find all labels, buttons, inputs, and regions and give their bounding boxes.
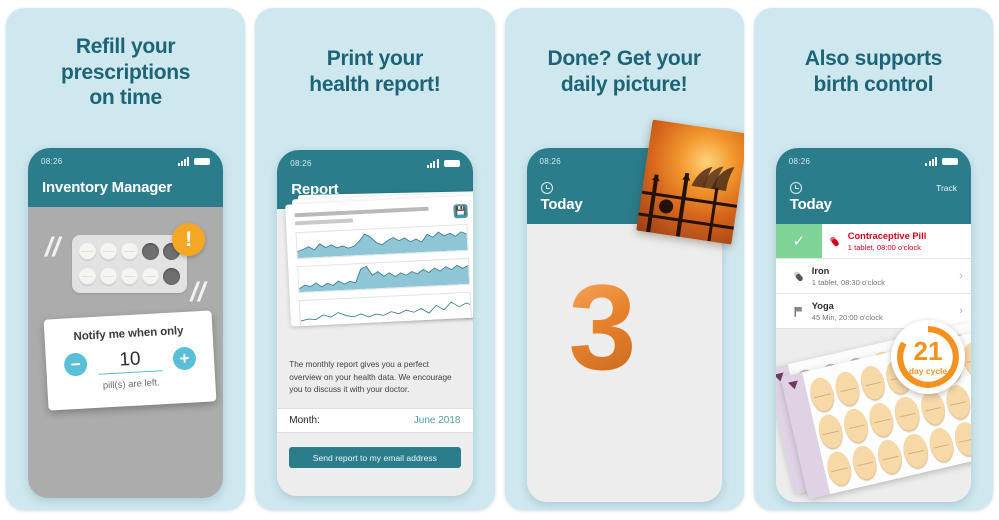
- alert-exclamation-icon: !: [172, 223, 206, 256]
- battery-icon: [942, 157, 958, 165]
- phone-mockup-2: 08:26 Report 💾 The monthly report gives …: [277, 150, 473, 496]
- report-description: The monthly report gives you a perfect o…: [289, 360, 452, 395]
- done-checkmark-icon[interactable]: ✓: [775, 224, 822, 258]
- month-label: Month:: [289, 415, 320, 426]
- phone-mockup-4: 08:26 Track Today ✓ Contraceptive Pill 1…: [775, 148, 971, 502]
- panel-2-headline: Print your health report!: [309, 47, 441, 96]
- save-disk-icon: 💾: [453, 203, 469, 219]
- pill-slot: [79, 268, 96, 285]
- page-title: Inventory Manager: [42, 179, 172, 196]
- status-bar: 08:26: [775, 148, 971, 174]
- report-chart-1: [295, 223, 469, 260]
- increment-button[interactable]: +: [172, 345, 197, 371]
- decrement-button[interactable]: −: [63, 351, 88, 377]
- clock-history-icon[interactable]: [540, 181, 553, 194]
- status-clock: 08:26: [788, 156, 811, 166]
- status-clock: 08:26: [290, 158, 312, 168]
- pill-slot: [121, 243, 138, 260]
- clock-history-icon[interactable]: [789, 181, 802, 194]
- pill-slot: [121, 268, 138, 285]
- report-chart-3: [299, 291, 473, 327]
- panel-1-headline: Refill your prescriptions on time: [61, 35, 191, 110]
- signal-bars-icon: [426, 158, 439, 168]
- chevron-right-icon: [951, 224, 971, 258]
- report-preview-stack: 💾: [285, 191, 473, 327]
- medication-meta: 1 tablet, 08:00 o'clock: [847, 242, 921, 252]
- notify-caption: Notify me when only: [73, 324, 184, 344]
- battery-icon: [194, 157, 211, 165]
- screenshot-panel-3: Done? Get your daily picture! 08:26 Toda…: [504, 8, 744, 510]
- screenshot-panel-2: Print your health report! 08:26 Report 💾…: [255, 8, 495, 510]
- nav-bar-1: Inventory Manager: [28, 174, 224, 207]
- screenshot-panel-1: Refill your prescriptions on time 08:26 …: [6, 8, 246, 510]
- list-item[interactable]: ✓ Contraceptive Pill 1 tablet, 08:00 o'c…: [775, 224, 971, 259]
- pill-capsule-icon: [822, 224, 848, 258]
- pill-slot-empty: [142, 243, 159, 260]
- report-sheet-front: 💾: [285, 195, 473, 327]
- cycle-label: day cycle: [908, 366, 948, 376]
- medication-list: ✓ Contraceptive Pill 1 tablet, 08:00 o'c…: [775, 224, 971, 329]
- pill-slot-empty: [163, 268, 180, 285]
- decor-quote-left: //: [45, 232, 61, 262]
- track-button[interactable]: Track: [936, 183, 957, 193]
- threshold-value[interactable]: 10: [97, 347, 163, 375]
- status-clock: 08:26: [539, 156, 562, 166]
- chevron-right-icon: ›: [959, 270, 963, 282]
- send-report-button[interactable]: Send report to my email address: [289, 447, 461, 468]
- report-title-bar: [294, 206, 430, 218]
- cycle-length-badge: 21 day cycle: [891, 320, 965, 394]
- panel-3-headline: Done? Get your daily picture!: [547, 47, 701, 96]
- app-screen-1: // // ! Notify me when only − 10 + pill(…: [28, 207, 224, 498]
- medication-meta: 1 tablet, 08:30 o'clock: [811, 277, 885, 287]
- medication-name: Iron: [811, 265, 830, 276]
- pill-capsule-icon: [786, 259, 812, 293]
- status-bar: 08:26: [28, 148, 224, 174]
- streak-number: 3: [568, 259, 637, 395]
- report-chart-2: [297, 257, 471, 294]
- medication-name: Contraceptive Pill: [847, 230, 927, 241]
- status-clock: 08:26: [41, 156, 63, 166]
- page-title: Today: [789, 196, 832, 213]
- flag-icon: [786, 294, 812, 328]
- blister-row-2: [79, 268, 180, 285]
- medication-name: Yoga: [811, 300, 834, 311]
- pill-slot: [100, 243, 117, 260]
- screenshot-panel-4: Also supports birth control 08:26 Track …: [753, 8, 993, 510]
- panel-4-headline: Also supports birth control: [804, 47, 943, 96]
- phone-mockup-1: 08:26 Inventory Manager // // ! Notify m…: [28, 148, 224, 498]
- app-screen-3: 3: [526, 224, 722, 502]
- blister-pack-graphic: [72, 235, 187, 293]
- notify-subtext: pill(s) are left.: [102, 377, 161, 392]
- pill-slot: [142, 268, 159, 285]
- nav-bar-4: Track Today: [775, 174, 971, 224]
- battery-icon: [443, 159, 460, 167]
- month-selector-row[interactable]: Month: June 2018: [277, 408, 473, 433]
- report-subtitle-bar: [295, 218, 354, 226]
- list-item[interactable]: Iron 1 tablet, 08:30 o'clock ›: [775, 259, 971, 294]
- status-bar: 08:26: [277, 150, 473, 176]
- cycle-number: 21: [913, 336, 943, 366]
- blister-row-1: [79, 243, 180, 260]
- app-screen-4: ✓ Contraceptive Pill 1 tablet, 08:00 o'c…: [775, 224, 971, 502]
- pill-slot: [100, 268, 117, 285]
- pill-slot: [79, 243, 96, 260]
- daily-picture-photo[interactable]: [635, 119, 744, 245]
- notify-threshold-card: Notify me when only − 10 + pill(s) are l…: [43, 310, 217, 411]
- month-value[interactable]: June 2018: [414, 415, 461, 426]
- quantity-stepper[interactable]: − 10 +: [55, 345, 204, 377]
- screenshot-gallery: Refill your prescriptions on time 08:26 …: [0, 0, 999, 520]
- decor-quote-right: //: [190, 277, 206, 307]
- signal-bars-icon: [925, 156, 937, 166]
- app-screen-2: 💾 The monthly report gives you a perfect…: [277, 191, 473, 496]
- railing-silhouette: [635, 172, 741, 242]
- signal-bars-icon: [177, 156, 190, 166]
